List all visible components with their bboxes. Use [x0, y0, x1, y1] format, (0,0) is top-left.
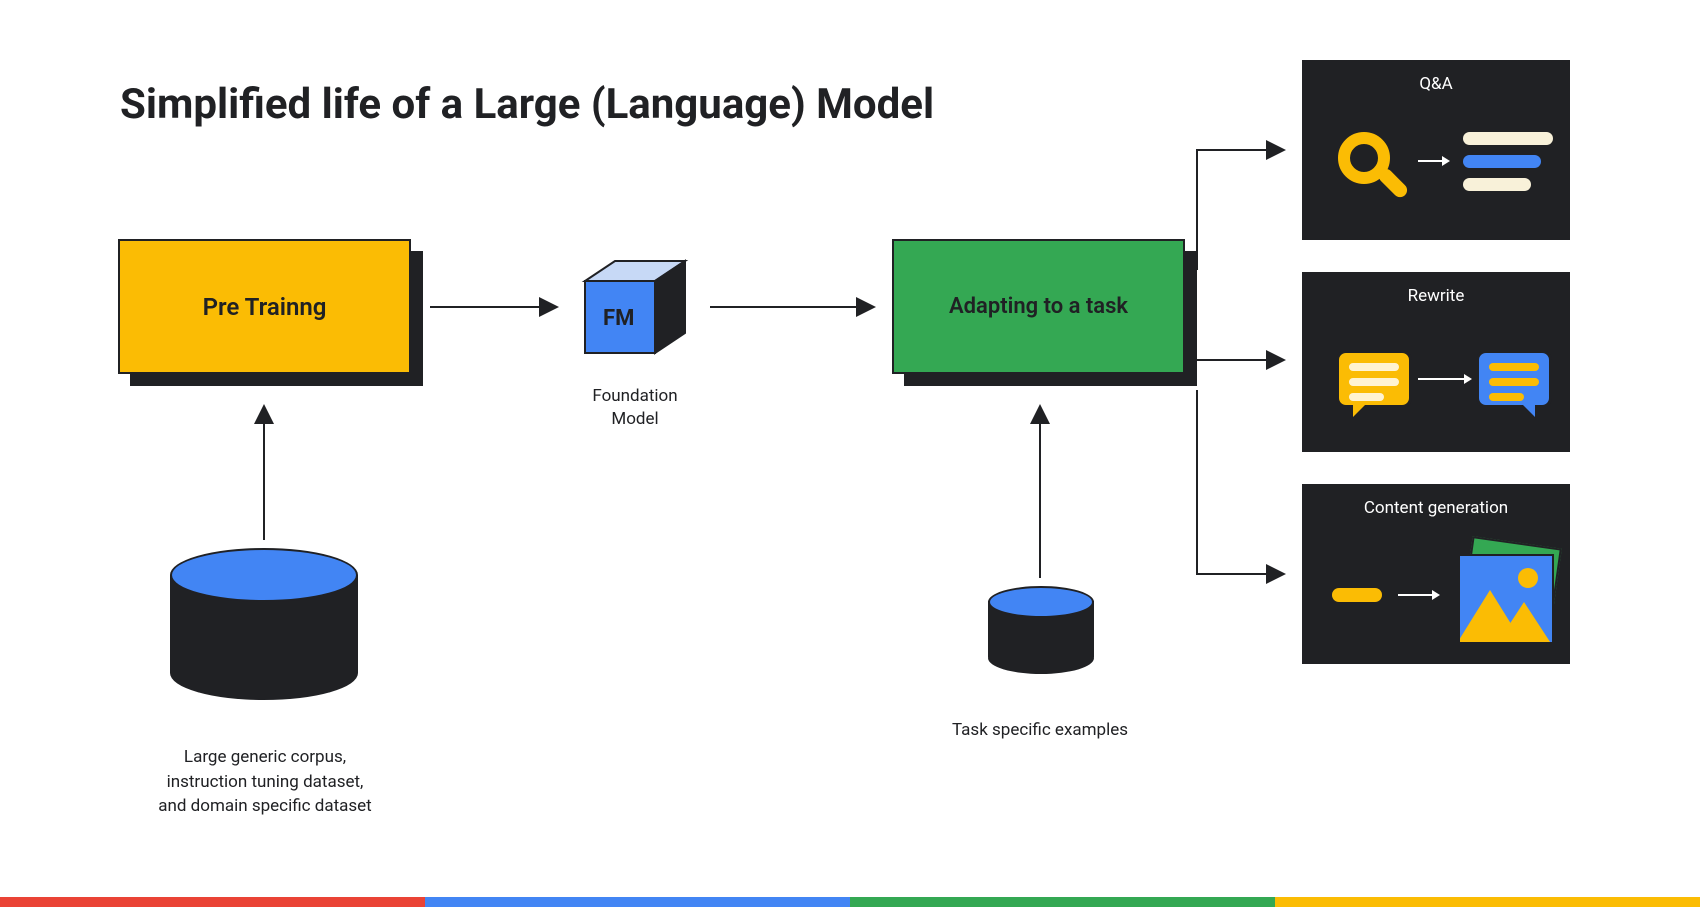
- arrow-icon: [1418, 378, 1470, 380]
- prompt-bar-icon: [1332, 588, 1382, 602]
- chat-bubble-source-icon: [1336, 350, 1412, 408]
- output-card-rewrite: Rewrite: [1302, 272, 1570, 452]
- pretraining-box: Pre Trainng: [118, 239, 411, 374]
- magnifier-handle-icon: [1376, 166, 1410, 200]
- foundation-model-cube-icon: FM: [575, 255, 695, 375]
- output-card-qa: Q&A: [1302, 60, 1570, 240]
- arrow-icon: [1398, 594, 1438, 596]
- pretraining-label: Pre Trainng: [203, 293, 327, 321]
- brand-color-bar: [0, 897, 1700, 907]
- image-stack-front-icon: [1458, 554, 1554, 644]
- arrow-icon: [1418, 160, 1448, 162]
- chat-bubble-target-icon: [1476, 350, 1552, 408]
- adapting-box: Adapting to a task: [892, 239, 1185, 374]
- large-corpus-caption: Large generic corpus,instruction tuning …: [115, 745, 415, 819]
- diagram-title: Simplified life of a Large (Language) Mo…: [120, 80, 934, 129]
- output-rewrite-title: Rewrite: [1318, 286, 1554, 306]
- output-card-content-generation: Content generation: [1302, 484, 1570, 664]
- output-qa-title: Q&A: [1318, 74, 1554, 94]
- foundation-model-caption: FoundationModel: [565, 385, 705, 431]
- adapting-label: Adapting to a task: [949, 294, 1128, 319]
- large-corpus-cylinder-icon: [170, 548, 358, 696]
- fm-cube-text: FM: [603, 306, 634, 331]
- search-results-icon: [1463, 132, 1553, 201]
- task-examples-cylinder-icon: [988, 586, 1094, 672]
- task-examples-caption: Task specific examples: [920, 720, 1160, 740]
- output-content-title: Content generation: [1318, 498, 1554, 518]
